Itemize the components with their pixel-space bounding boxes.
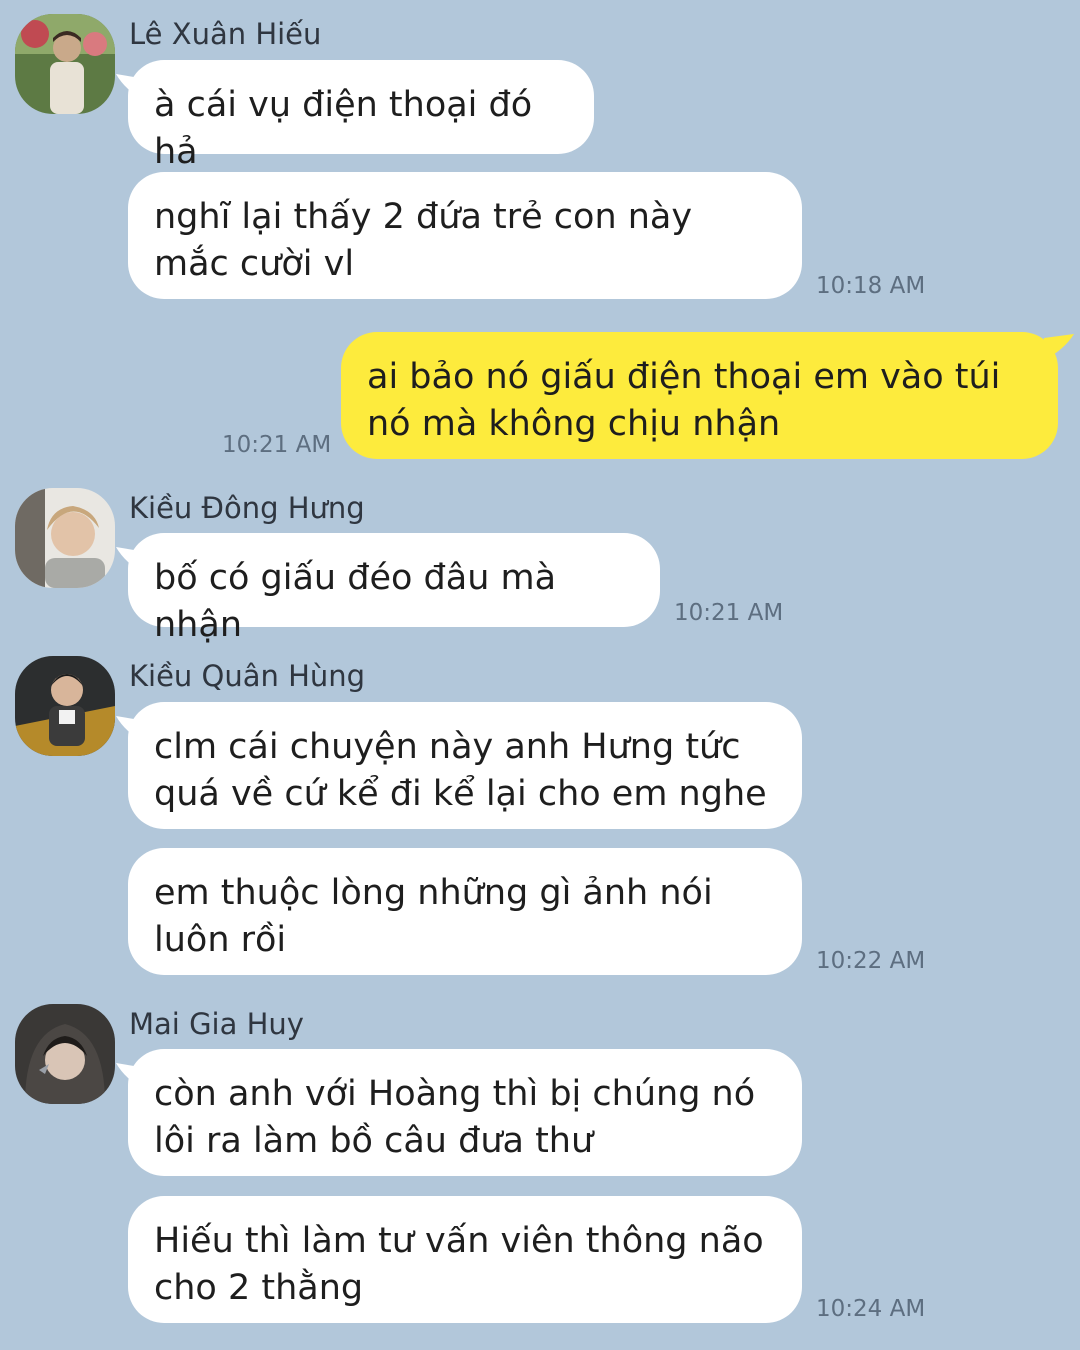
message-timestamp: 10:18 AM [816,273,926,299]
message-timestamp: 10:21 AM [222,432,332,458]
sender-name: Kiều Đông Hưng [129,491,365,525]
sender-name: Kiều Quân Hùng [129,659,366,693]
bubble-tail-icon [116,74,140,98]
message-bubble[interactable]: em thuộc lòng những gì ảnh nói luôn rồi [128,848,802,975]
message-bubble[interactable]: clm cái chuyện này anh Hưng tức quá về c… [116,702,802,829]
own-message-bubble[interactable]: ai bảo nó giấu điện thoại em vào túi nó … [341,332,1074,459]
message-text: nghĩ lại thấy 2 đứa trẻ con này mắc cười… [154,197,693,284]
avatar-le-xuan-hieu[interactable] [15,14,115,114]
message-bubble[interactable]: nghĩ lại thấy 2 đứa trẻ con này mắc cười… [128,172,802,299]
bubble-tail-icon [116,716,140,740]
bubble-tail-icon [1044,334,1074,360]
message-text: à cái vụ điện thoại đó hả [154,85,533,172]
avatar-kieu-quan-hung[interactable] [15,656,115,756]
bubble-tail-icon [116,547,140,571]
bubble-tail-icon [116,1063,140,1087]
sender-name: Mai Gia Huy [129,1007,304,1041]
message-bubble[interactable]: bố có giấu đéo đâu mà nhận [116,533,660,645]
message-timestamp: 10:24 AM [816,1296,926,1322]
message-bubble[interactable]: còn anh với Hoàng thì bị chúng nó lôi ra… [116,1049,802,1176]
message-timestamp: 10:21 AM [674,600,784,626]
sender-name: Lê Xuân Hiếu [129,17,322,51]
avatar-mai-gia-huy[interactable] [15,1004,115,1104]
message-text: còn anh với Hoàng thì bị chúng nó lôi ra… [154,1074,756,1161]
message-text: clm cái chuyện này anh Hưng tức quá về c… [154,727,767,814]
message-text: ai bảo nó giấu điện thoại em vào túi nó … [367,357,1001,444]
message-text: em thuộc lòng những gì ảnh nói luôn rồi [154,873,713,960]
message-text: Hiếu thì làm tư vấn viên thông não cho 2… [154,1221,764,1308]
avatar-kieu-dong-hung[interactable] [15,488,115,588]
message-bubble[interactable]: Hiếu thì làm tư vấn viên thông não cho 2… [128,1196,802,1323]
message-text: bố có giấu đéo đâu mà nhận [154,558,557,645]
message-bubble[interactable]: à cái vụ điện thoại đó hả [116,60,594,172]
message-timestamp: 10:22 AM [816,948,926,974]
